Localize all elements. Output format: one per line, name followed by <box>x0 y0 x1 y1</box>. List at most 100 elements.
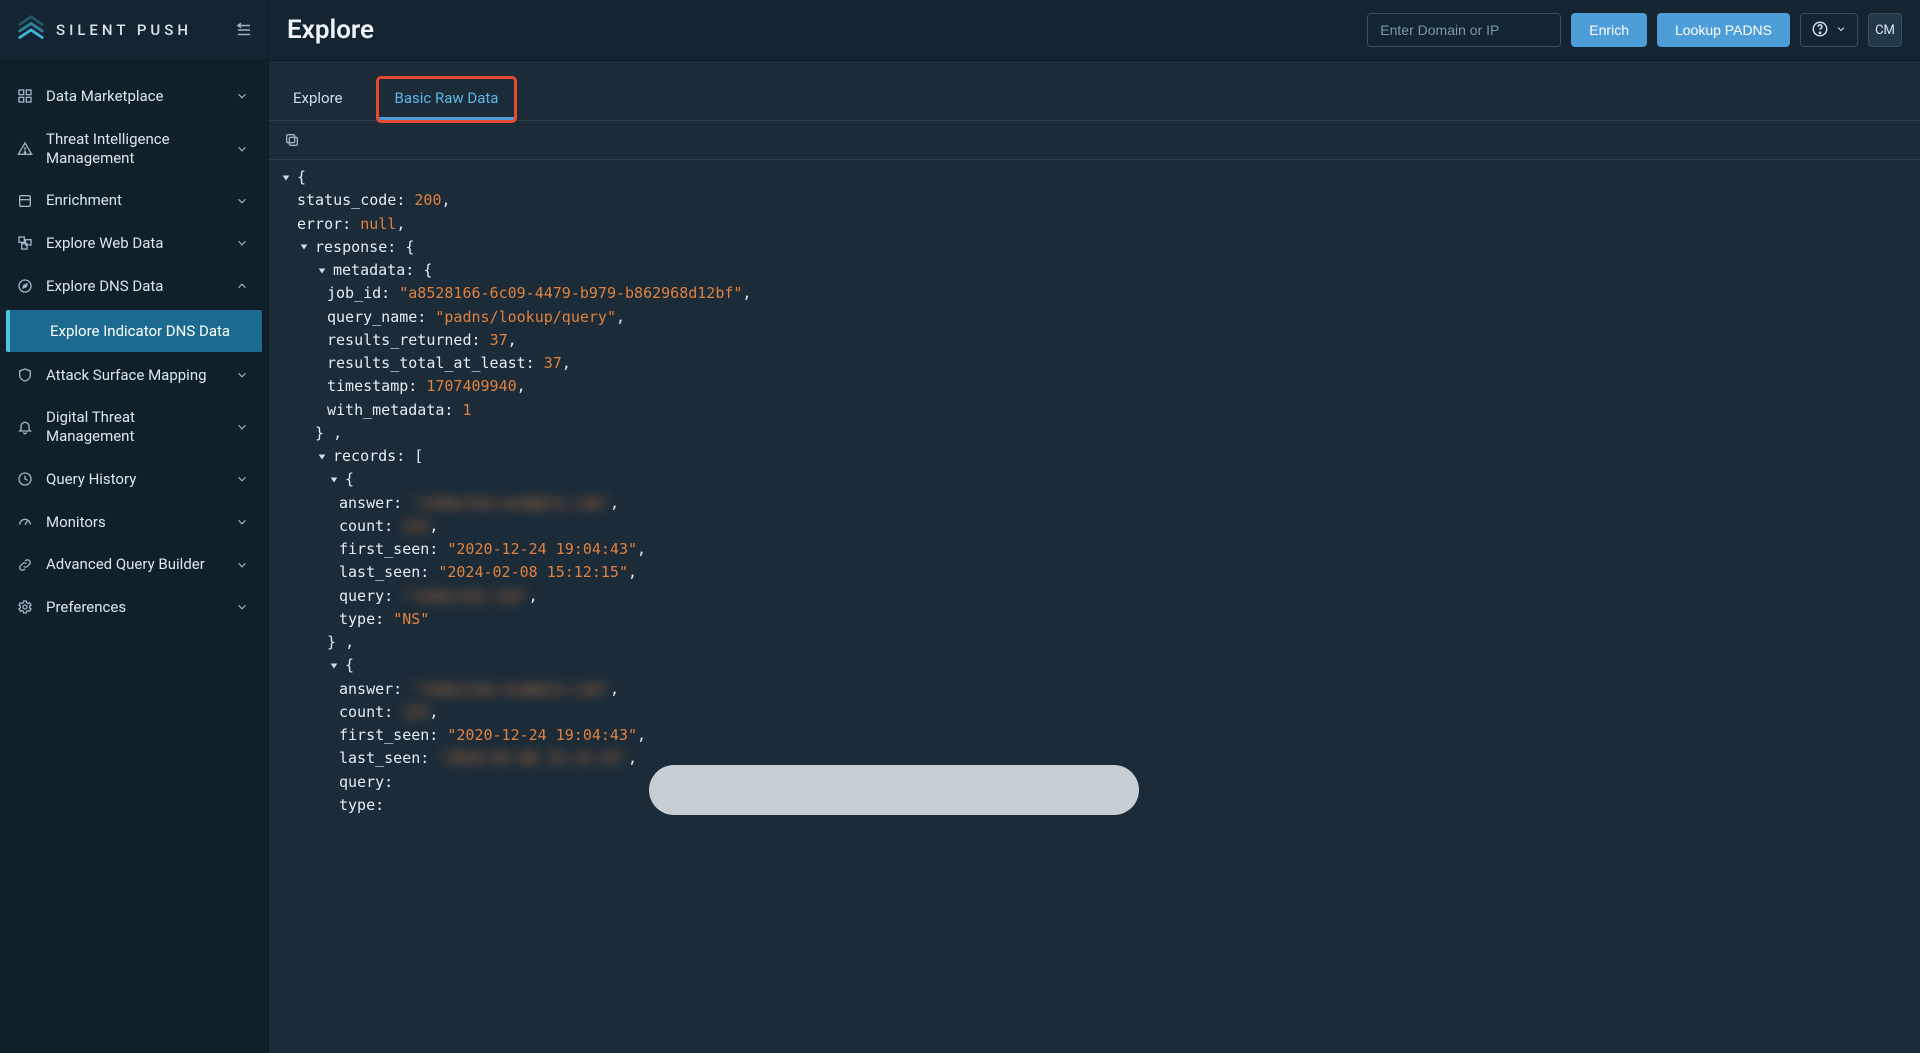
sidebar-item-label: Advanced Query Builder <box>46 555 222 574</box>
chevron-up-icon <box>234 278 250 294</box>
sidebar-item-label: Threat Intelligence Management <box>46 130 222 168</box>
chevron-down-icon <box>234 471 250 487</box>
json-row: count: 123, <box>269 701 1920 724</box>
grid-icon <box>16 87 34 105</box>
bell-icon <box>16 418 34 436</box>
layers-icon <box>16 192 34 210</box>
chevron-down-icon <box>234 141 250 157</box>
chevron-down-icon <box>234 557 250 573</box>
json-row: first_seen: "2020-12-24 19:04:43", <box>269 538 1920 561</box>
sidebar-item-label: Explore DNS Data <box>46 277 222 296</box>
enrich-button[interactable]: Enrich <box>1571 13 1647 47</box>
redaction-overlay <box>649 765 1139 815</box>
help-icon <box>1811 20 1829 41</box>
sidebar-item-attack-surface-mapping[interactable]: Attack Surface Mapping <box>0 354 268 397</box>
copy-json-button[interactable] <box>281 129 303 151</box>
sidebar-item-label: Data Marketplace <box>46 87 222 106</box>
help-menu-button[interactable] <box>1800 13 1858 47</box>
topbar-right: Explore Enrich Lookup PADNS CM <box>269 13 1920 47</box>
sidebar-item-advanced-query-builder[interactable]: Advanced Query Builder <box>0 543 268 586</box>
alert-icon <box>16 140 34 158</box>
gauge-icon <box>16 513 34 531</box>
json-row: } , <box>269 631 1920 654</box>
compass-icon <box>16 277 34 295</box>
clock-icon <box>16 470 34 488</box>
chevron-down-icon <box>234 88 250 104</box>
json-row: status_code: 200, <box>269 189 1920 212</box>
json-toggle[interactable] <box>315 450 329 464</box>
tab-basic-raw-data[interactable]: Basic Raw Data <box>379 79 515 120</box>
json-toggle[interactable] <box>327 473 341 487</box>
json-row: response: { <box>269 236 1920 259</box>
sidebar-item-label: Preferences <box>46 598 222 617</box>
sidebar: Data Marketplace Threat Intelligence Man… <box>0 61 269 1053</box>
tabs: Explore Basic Raw Data <box>269 79 1920 121</box>
sidebar-item-label: Explore Web Data <box>46 234 222 253</box>
sidebar-item-data-marketplace[interactable]: Data Marketplace <box>0 75 268 118</box>
modules-icon <box>16 234 34 252</box>
shield-icon <box>16 366 34 384</box>
json-toggle[interactable] <box>279 171 293 185</box>
sidebar-item-label: Digital Threat Management <box>46 408 222 446</box>
chevron-down-icon <box>234 235 250 251</box>
topbar-left: SILENT PUSH <box>0 0 269 60</box>
sidebar-item-explore-dns-data[interactable]: Explore DNS Data <box>0 265 268 308</box>
sidebar-item-query-history[interactable]: Query History <box>0 458 268 501</box>
json-toggle[interactable] <box>297 240 311 254</box>
sidebar-item-enrichment[interactable]: Enrichment <box>0 179 268 222</box>
json-row: answer: "redacted.example.com", <box>269 678 1920 701</box>
result-toolbar <box>269 121 1920 160</box>
topbar: SILENT PUSH Explore Enrich Lookup PADNS … <box>0 0 1920 61</box>
json-row: results_returned: 37, <box>269 329 1920 352</box>
json-toggle[interactable] <box>315 264 329 278</box>
json-row: query: "redacted.com", <box>269 585 1920 608</box>
json-row: { <box>269 166 1920 189</box>
page-title: Explore <box>287 15 374 45</box>
json-row: first_seen: "2020-12-24 19:04:43", <box>269 724 1920 747</box>
json-row: job_id: "a8528166-6c09-4479-b979-b862968… <box>269 282 1920 305</box>
sidebar-subitem-explore-indicator-dns[interactable]: Explore Indicator DNS Data <box>6 310 262 352</box>
json-row: { <box>269 654 1920 677</box>
sidebar-collapse-icon[interactable] <box>234 20 254 40</box>
json-row: results_total_at_least: 37, <box>269 352 1920 375</box>
json-row: } , <box>269 422 1920 445</box>
json-row: timestamp: 1707409940, <box>269 375 1920 398</box>
json-row: with_metadata: 1 <box>269 399 1920 422</box>
json-row: query_name: "padns/lookup/query", <box>269 306 1920 329</box>
chevron-down-icon <box>234 599 250 615</box>
sidebar-item-label: Attack Surface Mapping <box>46 366 222 385</box>
tab-explore[interactable]: Explore <box>287 79 349 120</box>
sidebar-item-threat-intelligence[interactable]: Threat Intelligence Management <box>0 118 268 180</box>
domain-search-input[interactable] <box>1367 13 1561 47</box>
sidebar-item-label: Monitors <box>46 513 222 532</box>
chevron-down-icon <box>234 419 250 435</box>
sidebar-item-label: Query History <box>46 470 222 489</box>
sidebar-subitem-label: Explore Indicator DNS Data <box>50 322 230 340</box>
brand-mark-icon <box>16 15 46 45</box>
chevron-down-icon <box>234 367 250 383</box>
json-row: answer: "redacted.example.com", <box>269 492 1920 515</box>
json-row: metadata: { <box>269 259 1920 282</box>
main-content: Explore Basic Raw Data { status_code: 20… <box>269 61 1920 1053</box>
json-row: type: "NS" <box>269 608 1920 631</box>
json-row: { <box>269 468 1920 491</box>
chevron-down-icon <box>234 514 250 530</box>
brand-logo: SILENT PUSH <box>16 15 192 45</box>
sidebar-item-explore-web-data[interactable]: Explore Web Data <box>0 222 268 265</box>
gear-icon <box>16 598 34 616</box>
json-row: records: [ <box>269 445 1920 468</box>
sidebar-item-preferences[interactable]: Preferences <box>0 586 268 629</box>
sidebar-item-monitors[interactable]: Monitors <box>0 501 268 544</box>
sidebar-item-digital-threat-management[interactable]: Digital Threat Management <box>0 396 268 458</box>
sidebar-item-label: Enrichment <box>46 191 222 210</box>
chevron-down-icon <box>234 193 250 209</box>
chevron-down-icon <box>1835 23 1847 38</box>
json-toggle[interactable] <box>327 659 341 673</box>
user-avatar[interactable]: CM <box>1868 13 1902 47</box>
json-row: error: null, <box>269 213 1920 236</box>
link-icon <box>16 556 34 574</box>
brand-name: SILENT PUSH <box>56 21 192 39</box>
lookup-padns-button[interactable]: Lookup PADNS <box>1657 13 1790 47</box>
json-row: count: 123, <box>269 515 1920 538</box>
json-viewer[interactable]: { status_code: 200, error: null, respons… <box>269 160 1920 1053</box>
